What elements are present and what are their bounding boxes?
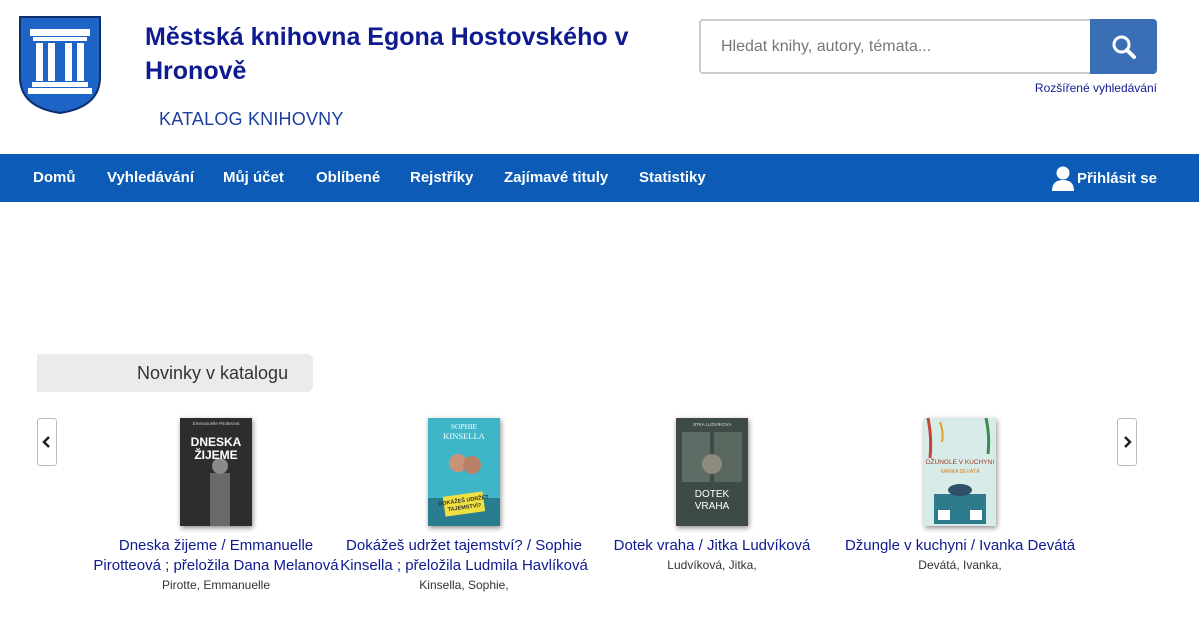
book-author: Pirotte, Emmanuelle [161,578,271,592]
book-author: Kinsella, Sophie, [419,578,509,592]
carousel-next-button[interactable] [1117,418,1137,466]
book-cover[interactable]: Emmanuelle Pirotteová DNESKA ŽIJEME [180,418,252,526]
book-cover[interactable]: JITKA LUDVÍKOVÁ DOTEK VRAHA [676,418,748,526]
book-card: Emmanuelle Pirotteová DNESKA ŽIJEME Dnes… [91,418,341,593]
book-title[interactable]: Dokážeš udržet tajemství? / Sophie Kinse… [339,536,589,576]
book-cover[interactable]: DŽUNGLE V KUCHYNI IVANKA DEVÁTÁ [924,418,996,526]
book-author: Ludvíková, Jitka, [667,558,757,572]
nav-favorites[interactable]: Oblíbené [316,154,380,202]
book-title[interactable]: Dotek vraha / Jitka Ludvíková [587,536,837,556]
svg-text:IVANKA DEVÁTÁ: IVANKA DEVÁTÁ [940,468,980,475]
nav-interesting-titles[interactable]: Zajímavé tituly [504,154,608,202]
news-heading: Novinky v katalogu [37,354,313,392]
svg-text:VRAHA: VRAHA [695,501,730,512]
svg-text:DOTEK: DOTEK [695,489,730,500]
book-title[interactable]: Dneska žijeme / Emmanuelle Pirotteová ; … [91,536,341,576]
user-icon [1051,166,1074,191]
login-label: Přihlásit se [1076,169,1157,187]
svg-text:SOPHIE: SOPHIE [451,422,478,431]
main-navbar: Domů Vyhledávání Můj účet Oblíbené Rejst… [0,154,1199,202]
book-author: Devátá, Ivanka, [918,558,1002,572]
search-icon [1112,35,1136,59]
search-button[interactable] [1090,19,1157,74]
book-title[interactable]: Džungle v kuchyni / Ivanka Devátá [835,536,1085,556]
chevron-left-icon [42,436,50,448]
book-card: SOPHIE KINSELLA DOKÁŽEŠ UDRŽET TAJEMSTVÍ… [339,418,589,593]
nav-home[interactable]: Domů [33,154,76,202]
nav-indexes[interactable]: Rejstříky [410,154,473,202]
book-card: JITKA LUDVÍKOVÁ DOTEK VRAHA Dotek vraha … [587,418,837,573]
carousel-prev-button[interactable] [37,418,57,466]
header: Městská knihovna Egona Hostovského v Hro… [0,0,1199,154]
search-input[interactable] [699,19,1090,74]
svg-text:DŽUNGLE V KUCHYNI: DŽUNGLE V KUCHYNI [926,457,994,466]
library-name[interactable]: Městská knihovna Egona Hostovského v Hro… [145,20,665,88]
search-bar [699,19,1157,74]
catalog-label: KATALOG KNIHOVNY [159,109,344,129]
book-card: DŽUNGLE V KUCHYNI IVANKA DEVÁTÁ Džungle … [835,418,1085,573]
nav-my-account[interactable]: Můj účet [223,154,284,202]
cover-author: JITKA LUDVÍKOVÁ [692,421,731,427]
cover-author: Emmanuelle Pirotteová [193,421,240,426]
chevron-right-icon [1124,436,1132,448]
svg-text:DNESKA: DNESKA [191,435,242,449]
login-button[interactable]: Přihlásit se [1051,154,1157,202]
nav-search[interactable]: Vyhledávání [107,154,194,202]
svg-text:ŽIJEME: ŽIJEME [194,447,237,462]
svg-text:KINSELLA: KINSELLA [443,431,485,441]
advanced-search-link[interactable]: Rozšířené vyhledávání [1035,81,1157,95]
nav-statistics[interactable]: Statistiky [639,154,706,202]
library-logo[interactable] [18,15,102,115]
book-cover[interactable]: SOPHIE KINSELLA DOKÁŽEŠ UDRŽET TAJEMSTVÍ… [428,418,500,526]
